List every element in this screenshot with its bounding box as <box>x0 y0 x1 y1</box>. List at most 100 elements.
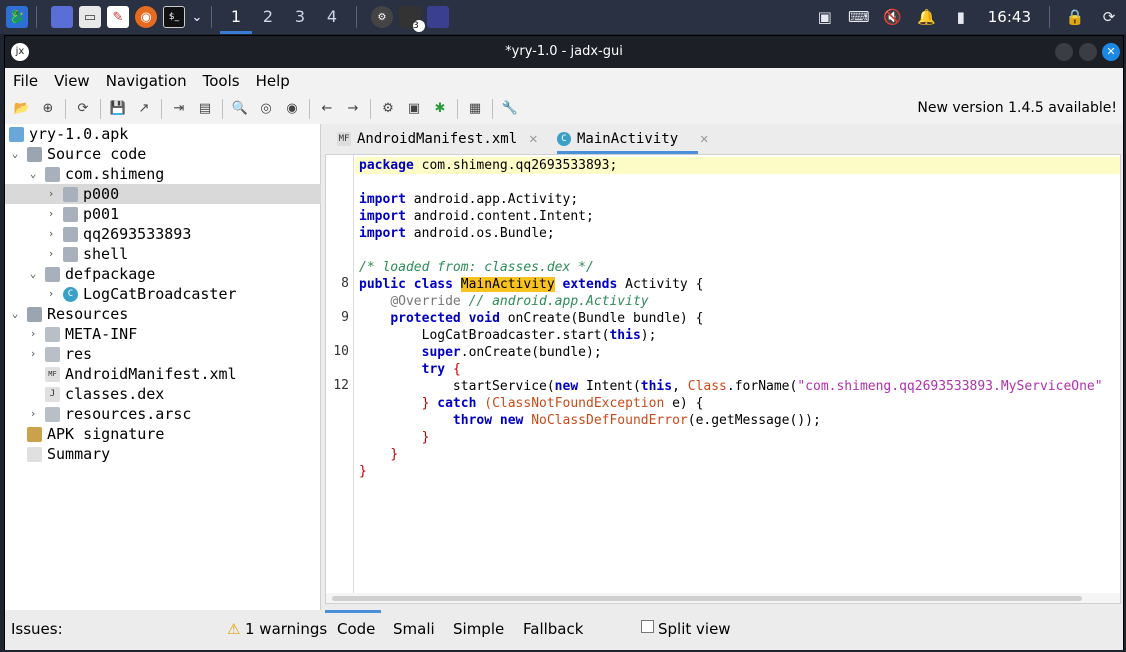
deobfuscation-icon[interactable]: ⚙ <box>378 99 398 119</box>
workspace-2[interactable]: 2 <box>252 0 284 34</box>
window-titlebar[interactable]: jx *yry-1.0 - jadx-gui ✕ <box>5 36 1123 68</box>
kali-menu-icon[interactable]: 🐉 <box>6 6 28 28</box>
active-view-indicator <box>325 610 381 613</box>
find-class-icon[interactable]: ◎ <box>256 99 276 119</box>
open-file-icon[interactable]: 📂 <box>12 99 32 119</box>
battery-icon[interactable]: ▮ <box>950 6 972 28</box>
workspace-4[interactable]: 4 <box>316 0 348 34</box>
terminal-task-icon[interactable]: 3 <box>399 6 425 32</box>
chevron-right-icon[interactable]: › <box>27 404 39 424</box>
log-viewer-icon[interactable]: ▦ <box>465 99 485 119</box>
tree-node-res[interactable]: › res <box>5 344 321 364</box>
maximize-button[interactable] <box>1079 43 1097 61</box>
code-comment: /* loaded from: classes.dex */ <box>359 260 594 275</box>
menu-file[interactable]: File <box>13 72 38 90</box>
export-gradle-icon[interactable]: ↗ <box>134 99 154 119</box>
text-editor-icon[interactable]: ✎ <box>107 6 129 28</box>
tree-node-defpackage[interactable]: ⌄ defpackage <box>5 264 321 284</box>
tree-node-source-code[interactable]: ⌄ Source code <box>5 144 321 164</box>
toolbar-divider <box>370 99 371 119</box>
tree-node-apk-root[interactable]: yry-1.0.apk <box>5 124 321 144</box>
tree-node-qq2693533893[interactable]: › qq2693533893 <box>5 224 321 244</box>
update-notice[interactable]: New version 1.4.5 available! <box>917 100 1117 116</box>
lock-icon[interactable]: 🔒 <box>1064 6 1086 28</box>
display-icon[interactable]: ▣ <box>814 6 836 28</box>
tab-mainactivity[interactable]: C MainActivity <box>557 124 699 154</box>
keyboard-icon[interactable]: ⌨ <box>848 6 870 28</box>
window-task-icon[interactable] <box>427 6 449 28</box>
view-tab-smali[interactable]: Smali <box>393 620 435 638</box>
notification-bell-icon[interactable]: 🔔 <box>916 6 938 28</box>
view-tab-code[interactable]: Code <box>337 620 375 638</box>
taskbar-divider <box>211 6 212 28</box>
terminal-icon[interactable]: $_ <box>163 6 185 28</box>
chevron-right-icon[interactable]: › <box>45 284 57 304</box>
tree-node-shell[interactable]: › shell <box>5 244 321 264</box>
code-comment: // android.app.Activity <box>468 294 649 309</box>
chevron-down-icon[interactable]: ⌄ <box>9 144 21 164</box>
code-line: import android.content.Intent; <box>359 208 594 225</box>
jadx-task-icon[interactable]: ⚙ <box>371 6 393 28</box>
tree-node-summary[interactable]: Summary <box>5 444 321 464</box>
tree-node-p001[interactable]: › p001 <box>5 204 321 224</box>
code-editor[interactable]: 8 9 10 12 package com.shimeng.qq26935338… <box>325 154 1121 604</box>
tab-androidmanifest[interactable]: MF AndroidManifest.xml ✕ <box>337 124 538 154</box>
tree-node-resources-arsc[interactable]: › resources.arsc <box>5 404 321 424</box>
class-name-search-match[interactable]: MainActivity <box>460 277 555 292</box>
chevron-right-icon[interactable]: › <box>45 224 57 244</box>
view-tab-fallback[interactable]: Fallback <box>523 620 583 638</box>
volume-muted-icon[interactable]: 🔇 <box>882 6 904 28</box>
minimize-button[interactable] <box>1055 43 1073 61</box>
menu-tools[interactable]: Tools <box>203 72 240 90</box>
flatten-packages-icon[interactable]: ▤ <box>195 99 215 119</box>
search-icon[interactable]: 🔍 <box>230 99 250 119</box>
tree-node-androidmanifest[interactable]: MF AndroidManifest.xml <box>5 364 321 384</box>
close-button[interactable]: ✕ <box>1102 43 1120 61</box>
chevron-right-icon[interactable]: › <box>45 244 57 264</box>
file-manager-icon[interactable]: ▭ <box>79 6 101 28</box>
chevron-down-icon[interactable]: ⌄ <box>9 304 21 324</box>
warnings-count-button[interactable]: 1 warnings <box>245 620 327 638</box>
close-tab-icon[interactable]: ✕ <box>529 131 537 147</box>
desktop-icon[interactable] <box>51 6 73 28</box>
menu-help[interactable]: Help <box>256 72 290 90</box>
debugger-bug-icon[interactable]: ✱ <box>430 99 450 119</box>
keyword: package <box>359 158 414 173</box>
save-all-icon[interactable]: 💾 <box>108 99 128 119</box>
tree-node-classes-dex[interactable]: J classes.dex <box>5 384 321 404</box>
chevron-right-icon[interactable]: › <box>45 184 57 204</box>
workspace-1[interactable]: 1 <box>220 0 252 34</box>
chevron-down-icon[interactable]: ⌄ <box>27 264 39 284</box>
clock[interactable]: 16:43 <box>988 8 1031 26</box>
chevron-right-icon[interactable]: › <box>27 324 39 344</box>
tree-node-apk-signature[interactable]: APK signature <box>5 424 321 444</box>
tree-node-resources[interactable]: ⌄ Resources <box>5 304 321 324</box>
find-usage-icon[interactable]: ◉ <box>282 99 302 119</box>
forward-arrow-icon[interactable]: → <box>343 99 363 119</box>
tree-node-p000[interactable]: › p000 <box>5 184 321 204</box>
menu-view[interactable]: View <box>54 72 90 90</box>
preferences-wrench-icon[interactable]: 🔧 <box>500 99 520 119</box>
horizontal-scrollbar[interactable] <box>326 593 1120 603</box>
scrollbar-thumb[interactable] <box>332 596 1082 601</box>
workspace-3[interactable]: 3 <box>284 0 316 34</box>
reload-icon[interactable]: ⟳ <box>73 99 93 119</box>
close-tab-icon[interactable]: ✕ <box>688 124 708 154</box>
menu-navigation[interactable]: Navigation <box>106 72 187 90</box>
quark-icon[interactable]: ▣ <box>404 99 424 119</box>
view-tab-simple[interactable]: Simple <box>453 620 504 638</box>
chevron-down-icon[interactable]: ⌄ <box>191 6 203 28</box>
back-arrow-icon[interactable]: ← <box>317 99 337 119</box>
sync-tree-icon[interactable]: ⇥ <box>169 99 189 119</box>
tree-node-logcatbroadcaster[interactable]: › C LogCatBroadcaster <box>5 284 321 304</box>
split-view-checkbox[interactable] <box>641 620 654 633</box>
package-name: com.shimeng.qq2693533893; <box>421 158 618 173</box>
firefox-icon[interactable]: ◉ <box>135 6 157 28</box>
add-files-icon[interactable]: ⊕ <box>38 99 58 119</box>
chevron-right-icon[interactable]: › <box>27 344 39 364</box>
chevron-down-icon[interactable]: ⌄ <box>27 164 39 184</box>
tree-node-meta-inf[interactable]: › META-INF <box>5 324 321 344</box>
tree-node-package-shimeng[interactable]: ⌄ com.shimeng <box>5 164 321 184</box>
logout-icon[interactable]: ⟳ <box>1098 6 1120 28</box>
chevron-right-icon[interactable]: › <box>45 204 57 224</box>
